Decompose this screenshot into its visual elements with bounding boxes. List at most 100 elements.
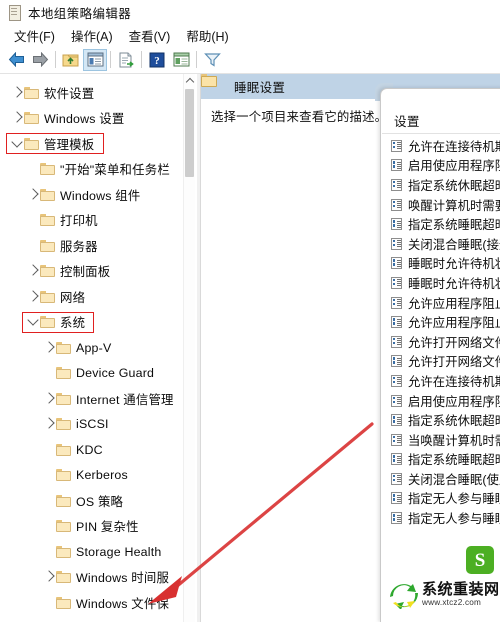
settings-list-item[interactable]: 睡眠时允许待机状 — [382, 254, 500, 274]
show-tree-icon[interactable] — [83, 48, 107, 71]
toolbar-separator — [110, 51, 111, 68]
tree-item-0[interactable]: 软件设置 — [0, 80, 186, 106]
chevron-right-icon[interactable] — [43, 341, 56, 354]
tree-item-label: 控制面板 — [60, 265, 111, 280]
tree-item-7[interactable]: 控制面板 — [0, 259, 186, 285]
tree-item-1[interactable]: Windows 设置 — [0, 106, 186, 132]
settings-list-item[interactable]: 当唤醒计算机时需 — [382, 430, 500, 450]
settings-list-item[interactable]: 关闭混合睡眠(使用 — [382, 469, 500, 489]
scrollbar-thumb[interactable] — [185, 89, 194, 177]
settings-list-item[interactable]: 指定无人参与睡眠 — [382, 489, 500, 509]
tree-item-label: Kerberos — [76, 468, 128, 483]
settings-item-label: 允许应用程序阻止 — [408, 316, 500, 331]
menu-action[interactable]: 操作(A) — [63, 25, 121, 46]
settings-item-label: 允许在连接待机期[ — [408, 139, 500, 154]
window-icon[interactable] — [169, 49, 193, 71]
tree-item-8[interactable]: 网络 — [0, 284, 186, 310]
forward-icon[interactable] — [28, 49, 52, 71]
tree-item-18[interactable]: Storage Health — [0, 539, 186, 565]
chevron-right-icon[interactable] — [27, 290, 40, 303]
toolbar-separator — [141, 51, 142, 68]
folder-icon — [24, 86, 39, 99]
export-list-icon[interactable] — [114, 49, 138, 71]
title-bar: 本地组策略编辑器 — [0, 0, 500, 24]
folder-icon — [56, 571, 71, 584]
chevron-right-icon[interactable] — [11, 86, 24, 99]
tree-item-label: 系统 — [60, 316, 86, 331]
policy-setting-icon — [391, 316, 402, 329]
tree-item-label: Storage Health — [76, 544, 162, 559]
settings-list-item[interactable]: 指定系统休眠超时( — [382, 410, 500, 430]
tree-item-5[interactable]: 打印机 — [0, 208, 186, 234]
tree-item-16[interactable]: OS 策略 — [0, 488, 186, 514]
settings-list-item[interactable]: 指定系统睡眠超时( — [382, 214, 500, 234]
chevron-right-icon[interactable] — [11, 111, 24, 124]
settings-column-header: 设置 — [394, 115, 420, 129]
settings-list-item[interactable]: 指定系统睡眠超时( — [382, 450, 500, 470]
settings-list-item[interactable]: 唤醒计算机时需要[ — [382, 195, 500, 215]
settings-list[interactable]: 允许在连接待机期[启用使应用程序阻[指定系统休眠超时(唤醒计算机时需要[指定系统… — [382, 136, 500, 528]
tree-item-20[interactable]: Windows 文件保 — [0, 590, 186, 616]
settings-list-item[interactable]: 关闭混合睡眠(接通 — [382, 234, 500, 254]
tree-item-9[interactable]: 系统 — [0, 310, 186, 336]
settings-item-label: 指定系统睡眠超时( — [408, 218, 500, 233]
filter-icon[interactable] — [200, 49, 224, 71]
settings-list-item[interactable]: 允许打开网络文件 — [382, 352, 500, 372]
settings-list-item[interactable]: 允许在连接待机期[ — [382, 136, 500, 156]
folder-icon — [40, 316, 55, 329]
help-icon[interactable]: ? — [145, 49, 169, 71]
chevron-right-icon[interactable] — [43, 392, 56, 405]
tree-item-label: Internet 通信管理 — [76, 392, 174, 407]
tree-item-6[interactable]: 服务器 — [0, 233, 186, 259]
tree-indent-spacer — [44, 367, 56, 379]
tree-item-15[interactable]: Kerberos — [0, 463, 186, 489]
chevron-down-icon[interactable] — [11, 136, 24, 150]
scroll-up-icon[interactable] — [184, 74, 195, 87]
tree-scrollbar[interactable] — [183, 74, 195, 622]
sogou-input-icon[interactable]: S — [466, 546, 494, 574]
settings-list-item[interactable]: 允许应用程序阻止 — [382, 312, 500, 332]
tree-item-10[interactable]: App-V — [0, 335, 186, 361]
toolbar: ? — [0, 46, 500, 74]
chevron-right-icon[interactable] — [27, 188, 40, 201]
settings-list-item[interactable]: 指定无人参与睡眠 — [382, 508, 500, 528]
menu-file[interactable]: 文件(F) — [6, 25, 63, 46]
settings-header-rule — [382, 133, 500, 134]
chevron-right-icon[interactable] — [43, 570, 56, 583]
settings-list-item[interactable]: 允许应用程序阻止 — [382, 293, 500, 313]
policy-setting-icon — [391, 335, 402, 348]
settings-list-item[interactable]: 启用使应用程序阻[ — [382, 156, 500, 176]
policy-setting-icon — [391, 492, 402, 505]
chevron-right-icon[interactable] — [27, 264, 40, 277]
tree-list: 软件设置 Windows 设置管理模板 "开始"菜单和任务栏 Windows 组件打印… — [0, 80, 186, 622]
back-icon[interactable] — [4, 49, 28, 71]
tree-item-label: 管理模板 — [44, 137, 95, 152]
console-tree-pane[interactable]: 软件设置 Windows 设置管理模板 "开始"菜单和任务栏 Windows 组件打印… — [0, 74, 197, 622]
tree-item-21[interactable]: 磁盘配额 — [0, 616, 186, 622]
tree-item-4[interactable]: Windows 组件 — [0, 182, 186, 208]
folder-icon — [40, 265, 55, 278]
settings-item-label: 允许打开网络文件 — [408, 335, 500, 350]
tree-item-label: Windows 文件保 — [76, 596, 170, 611]
menu-help[interactable]: 帮助(H) — [178, 25, 236, 46]
menu-view[interactable]: 查看(V) — [121, 25, 179, 46]
tree-item-label: Device Guard — [76, 366, 155, 381]
tree-item-19[interactable]: Windows 时间服 — [0, 565, 186, 591]
tree-item-3[interactable]: "开始"菜单和任务栏 — [0, 157, 186, 183]
tree-item-14[interactable]: KDC — [0, 437, 186, 463]
tree-item-17[interactable]: PIN 复杂性 — [0, 514, 186, 540]
chevron-down-icon[interactable] — [27, 314, 40, 328]
settings-list-item[interactable]: 允许打开网络文件 — [382, 332, 500, 352]
tree-item-2[interactable]: 管理模板 — [0, 131, 186, 157]
settings-list-item[interactable]: 指定系统休眠超时( — [382, 175, 500, 195]
up-folder-icon[interactable] — [59, 49, 83, 71]
settings-list-item[interactable]: 允许在连接待机期 — [382, 371, 500, 391]
tree-item-label: 打印机 — [60, 214, 98, 229]
tree-item-13[interactable]: iSCSI — [0, 412, 186, 438]
settings-list-card: 设置 允许在连接待机期[启用使应用程序阻[指定系统休眠超时(唤醒计算机时需要[指… — [380, 88, 500, 622]
settings-list-item[interactable]: 启用使应用程序阻 — [382, 391, 500, 411]
tree-item-12[interactable]: Internet 通信管理 — [0, 386, 186, 412]
chevron-right-icon[interactable] — [43, 417, 56, 430]
tree-item-11[interactable]: Device Guard — [0, 361, 186, 387]
settings-list-item[interactable]: 睡眠时允许待机状 — [382, 273, 500, 293]
